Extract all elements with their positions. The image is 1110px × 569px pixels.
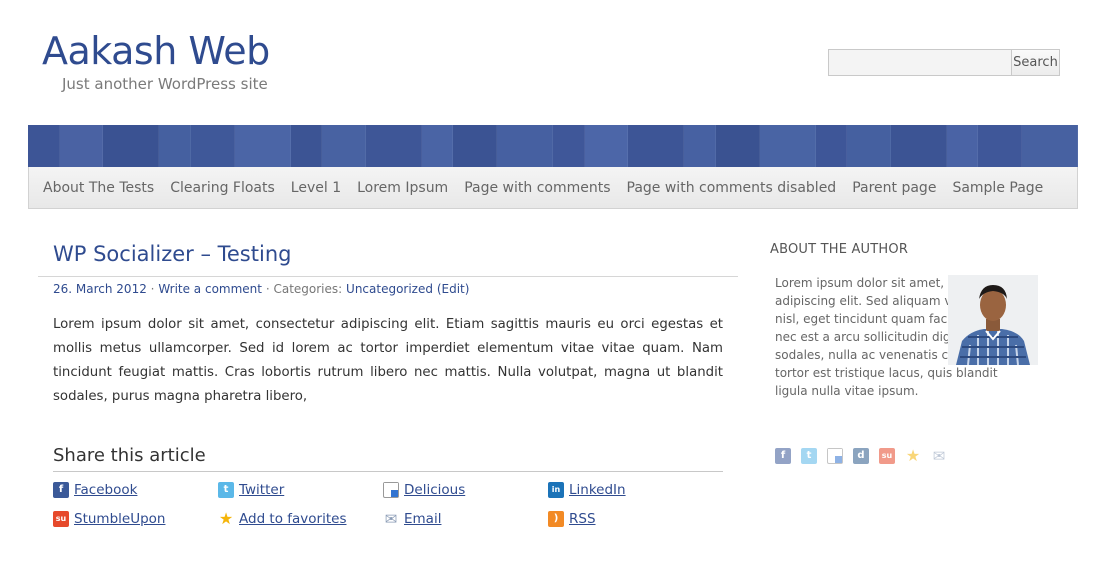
site-title[interactable]: Aakash Web bbox=[42, 26, 270, 76]
share-link[interactable]: Twitter bbox=[239, 482, 284, 498]
banner-stripe bbox=[453, 125, 498, 167]
twitter-icon[interactable]: t bbox=[801, 448, 817, 464]
banner-stripe bbox=[159, 125, 191, 167]
banner-stripe bbox=[978, 125, 1023, 167]
share-link[interactable]: StumbleUpon bbox=[74, 511, 165, 527]
nav-item[interactable]: About The Tests bbox=[35, 180, 162, 196]
share-item: ★ Add to favorites bbox=[218, 509, 347, 528]
facebook-icon: f bbox=[53, 482, 69, 498]
star-icon[interactable]: ★ bbox=[905, 448, 921, 464]
share-item: ) RSS bbox=[548, 511, 596, 527]
facebook-icon[interactable]: f bbox=[775, 448, 791, 464]
stumbleupon-icon[interactable]: su bbox=[879, 448, 895, 464]
search-form: Search bbox=[828, 49, 1060, 76]
nav-item[interactable]: Lorem Ipsum bbox=[349, 180, 456, 196]
share-item: Delicious bbox=[383, 482, 465, 498]
star-icon: ★ bbox=[218, 509, 234, 528]
banner-stripe bbox=[715, 125, 760, 167]
banner-stripe bbox=[553, 125, 585, 167]
stumbleupon-icon: su bbox=[53, 511, 69, 527]
email-icon[interactable]: ✉ bbox=[931, 448, 947, 464]
delicious-icon bbox=[383, 482, 399, 498]
post-meta: 26. March 2012 · Write a comment · Categ… bbox=[53, 282, 469, 296]
share-link[interactable]: RSS bbox=[569, 511, 596, 527]
banner-stripe bbox=[890, 125, 947, 167]
banner-stripe bbox=[103, 125, 160, 167]
share-item: in LinkedIn bbox=[548, 482, 626, 498]
banner-stripe bbox=[28, 125, 60, 167]
write-comment-link[interactable]: Write a comment bbox=[158, 282, 262, 296]
banner-stripe bbox=[628, 125, 685, 167]
category-link[interactable]: Uncategorized bbox=[346, 282, 433, 296]
banner-stripe bbox=[497, 125, 553, 167]
share-link[interactable]: Add to favorites bbox=[239, 511, 346, 527]
share-link[interactable]: Email bbox=[404, 511, 441, 527]
edit-link[interactable]: (Edit) bbox=[437, 282, 470, 296]
banner-stripe bbox=[847, 125, 891, 167]
banner-stripe bbox=[290, 125, 323, 167]
email-icon: ✉ bbox=[384, 510, 398, 528]
nav-item[interactable]: Parent page bbox=[844, 180, 944, 196]
banner-stripe bbox=[815, 125, 848, 167]
banner-stripe bbox=[322, 125, 366, 167]
banner-stripe bbox=[1022, 125, 1078, 167]
author-avatar bbox=[948, 275, 1038, 365]
nav-item[interactable]: Level 1 bbox=[283, 180, 349, 196]
linkedin-icon: in bbox=[548, 482, 564, 498]
categories-label: Categories: bbox=[273, 282, 343, 296]
share-item: t Twitter bbox=[218, 482, 284, 498]
main-nav: About The Tests Clearing Floats Level 1 Lor… bbox=[28, 167, 1078, 209]
search-input[interactable] bbox=[829, 50, 1011, 75]
rss-icon: ) bbox=[548, 511, 564, 527]
post-date-link[interactable]: 26. March 2012 bbox=[53, 282, 147, 296]
share-item: su StumbleUpon bbox=[53, 511, 165, 527]
banner-stripe bbox=[946, 125, 979, 167]
delicious-icon[interactable] bbox=[827, 448, 843, 464]
search-button[interactable]: Search bbox=[1011, 50, 1059, 75]
twitter-icon: t bbox=[218, 482, 234, 498]
title-divider bbox=[38, 276, 738, 277]
share-item: f Facebook bbox=[53, 482, 137, 498]
header-banner bbox=[28, 125, 1078, 167]
banner-stripe bbox=[584, 125, 629, 167]
digg-icon[interactable]: d bbox=[853, 448, 869, 464]
share-link[interactable]: Delicious bbox=[404, 482, 465, 498]
banner-stripe bbox=[190, 125, 235, 167]
share-item: ✉ Email bbox=[383, 510, 442, 528]
post-title[interactable]: WP Socializer – Testing bbox=[53, 242, 291, 266]
banner-stripe bbox=[365, 125, 422, 167]
banner-stripe bbox=[59, 125, 104, 167]
share-heading: Share this article bbox=[53, 445, 206, 466]
share-divider bbox=[53, 471, 723, 472]
author-social-links: f t d su ★ ✉ bbox=[775, 448, 947, 464]
banner-stripe bbox=[421, 125, 454, 167]
nav-item[interactable]: Page with comments disabled bbox=[619, 180, 845, 196]
sidebar-heading: ABOUT THE AUTHOR bbox=[770, 242, 909, 257]
nav-item[interactable]: Page with comments bbox=[456, 180, 618, 196]
banner-stripe bbox=[684, 125, 716, 167]
share-link[interactable]: Facebook bbox=[74, 482, 137, 498]
post-body: Lorem ipsum dolor sit amet, consectetur … bbox=[53, 317, 723, 404]
share-link[interactable]: LinkedIn bbox=[569, 482, 626, 498]
site-tagline: Just another WordPress site bbox=[62, 75, 268, 93]
banner-stripe bbox=[234, 125, 291, 167]
nav-item[interactable]: Sample Page bbox=[944, 180, 1051, 196]
banner-stripe bbox=[759, 125, 816, 167]
nav-item[interactable]: Clearing Floats bbox=[162, 180, 283, 196]
